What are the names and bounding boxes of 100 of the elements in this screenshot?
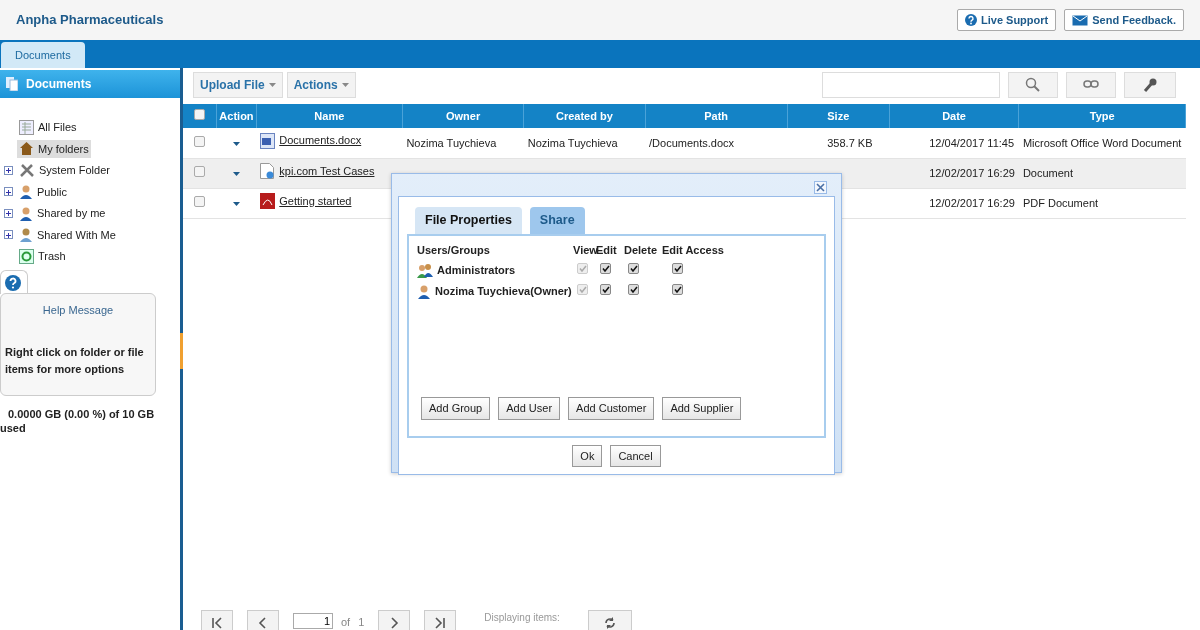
column-header: Type: [1018, 104, 1186, 128]
table-cell: Nozima Tuychieva: [527, 136, 618, 149]
column-header: Action: [216, 104, 257, 128]
close-icon: [815, 182, 826, 193]
search-button[interactable]: [1008, 72, 1058, 98]
help-title: Help Message: [41, 302, 115, 318]
file-link[interactable]: Documents.docx: [279, 132, 362, 149]
last-page-button[interactable]: [424, 610, 457, 630]
table-cell: 12/04/2017 11:45: [929, 136, 1015, 149]
caret-icon: [232, 171, 240, 176]
dropdown-button[interactable]: Upload File: [193, 72, 283, 98]
add-button[interactable]: Add Supplier: [662, 397, 742, 420]
page-of-text: of: [341, 615, 351, 630]
tree-item[interactable]: Shared by me: [17, 204, 108, 223]
row-checkbox[interactable]: [194, 195, 206, 207]
permission-checkbox[interactable]: [628, 283, 639, 295]
group-icon: [417, 263, 433, 278]
storage-usage: 0.0000 GB (0.00 %) of 10 GB used: [0, 408, 156, 436]
page-field[interactable]: 1: [293, 613, 333, 629]
file-link[interactable]: Getting started: [279, 192, 352, 210]
row-checkbox[interactable]: [194, 135, 206, 147]
add-button[interactable]: Add Group: [421, 397, 491, 420]
header-button[interactable]: Send Feedback.: [1064, 8, 1184, 32]
next-page-button[interactable]: [378, 610, 411, 630]
envelope-icon: [1072, 14, 1089, 26]
document-icon: [260, 132, 276, 149]
table-cell: 12/02/2017 16:29: [929, 196, 1015, 209]
permission-checkbox[interactable]: [600, 263, 611, 275]
pdf-icon: [260, 192, 276, 209]
tree-item[interactable]: Shared With Me: [17, 225, 118, 244]
row-checkbox[interactable]: [194, 165, 206, 177]
person-icon: [19, 205, 33, 221]
column-header: Edit: [596, 242, 618, 258]
dialog-tab[interactable]: Share: [529, 207, 585, 234]
expand-icon[interactable]: [4, 187, 13, 197]
column-header: Path: [645, 104, 788, 128]
tree-item[interactable]: Trash: [17, 247, 68, 266]
caret-icon: [232, 201, 240, 206]
tree-item[interactable]: Public: [17, 182, 69, 201]
first-page-button[interactable]: [201, 610, 233, 630]
expand-icon[interactable]: [4, 165, 13, 175]
help-text: Right click on folder or file items for more options: [5, 345, 145, 377]
column-header: Name: [256, 104, 403, 128]
table-cell: Nozima Tuychieva: [406, 136, 497, 149]
table-cell: 12/02/2017 16:29: [929, 166, 1015, 179]
help-icon: [5, 274, 21, 291]
person-icon: [19, 184, 33, 200]
settings-button[interactable]: [1124, 72, 1176, 98]
expand-icon[interactable]: [4, 230, 13, 240]
tools-icon: [19, 162, 35, 179]
person-icon: [417, 283, 431, 299]
ok-button[interactable]: Ok: [572, 444, 603, 468]
spreadsheet-icon: [19, 119, 34, 135]
items-count: Displaying items:: [484, 611, 560, 625]
permission-checkbox[interactable]: [672, 263, 683, 275]
app-title: Anpha Pharmaceuticals: [16, 11, 164, 30]
splitter-handle[interactable]: [180, 333, 183, 369]
permission-checkbox[interactable]: [672, 283, 683, 295]
column-header: Created by: [523, 104, 645, 128]
column-header: Users/Groups: [417, 242, 491, 258]
page-total: 1: [358, 615, 365, 630]
refresh-button[interactable]: [587, 610, 632, 630]
search-icon: [1025, 77, 1041, 93]
column-header: Size: [787, 104, 890, 128]
table-cell: PDF Document: [1022, 196, 1099, 209]
previous-page-button[interactable]: [247, 610, 279, 630]
expand-icon[interactable]: [4, 208, 13, 218]
cancel-button[interactable]: Cancel: [610, 444, 661, 468]
wrench-icon: [1142, 77, 1158, 93]
permission-checkbox[interactable]: [600, 283, 611, 295]
select-all-checkbox[interactable]: [194, 108, 206, 120]
column-header: View: [573, 242, 596, 258]
refresh-icon: [602, 616, 617, 630]
tree-item[interactable]: System Folder: [17, 161, 112, 180]
table-cell: Document: [1022, 166, 1073, 179]
caret-icon: [341, 83, 349, 87]
globe-document-icon: [260, 162, 276, 179]
panel-title: Documents: [26, 76, 92, 93]
table-cell: 358.7 KB: [827, 136, 873, 149]
caret-icon: [268, 83, 276, 87]
column-header: Delete: [624, 242, 659, 258]
tree-item[interactable]: My folders: [17, 139, 91, 158]
tab[interactable]: Documents: [1, 42, 85, 68]
dialog-tab[interactable]: File Properties: [415, 207, 522, 234]
add-button[interactable]: Add User: [498, 397, 561, 420]
user-name: Nozima Tuychieva(Owner): [435, 283, 572, 299]
caret-icon: [232, 141, 240, 146]
tree-item[interactable]: All Files: [17, 118, 79, 137]
recycle-icon: [19, 248, 34, 264]
search-field[interactable]: [822, 72, 1000, 98]
first-page-icon: [210, 616, 224, 630]
close-button[interactable]: [814, 181, 827, 194]
header-button[interactable]: Live Support: [957, 8, 1057, 32]
user-name: Administrators: [437, 263, 516, 279]
permission-checkbox[interactable]: [628, 263, 639, 275]
help-icon: [965, 14, 977, 26]
table-cell: /Documents.docx: [649, 136, 734, 149]
add-button[interactable]: Add Customer: [568, 397, 655, 420]
dropdown-button[interactable]: Actions: [286, 72, 356, 98]
link-button[interactable]: [1066, 72, 1116, 98]
